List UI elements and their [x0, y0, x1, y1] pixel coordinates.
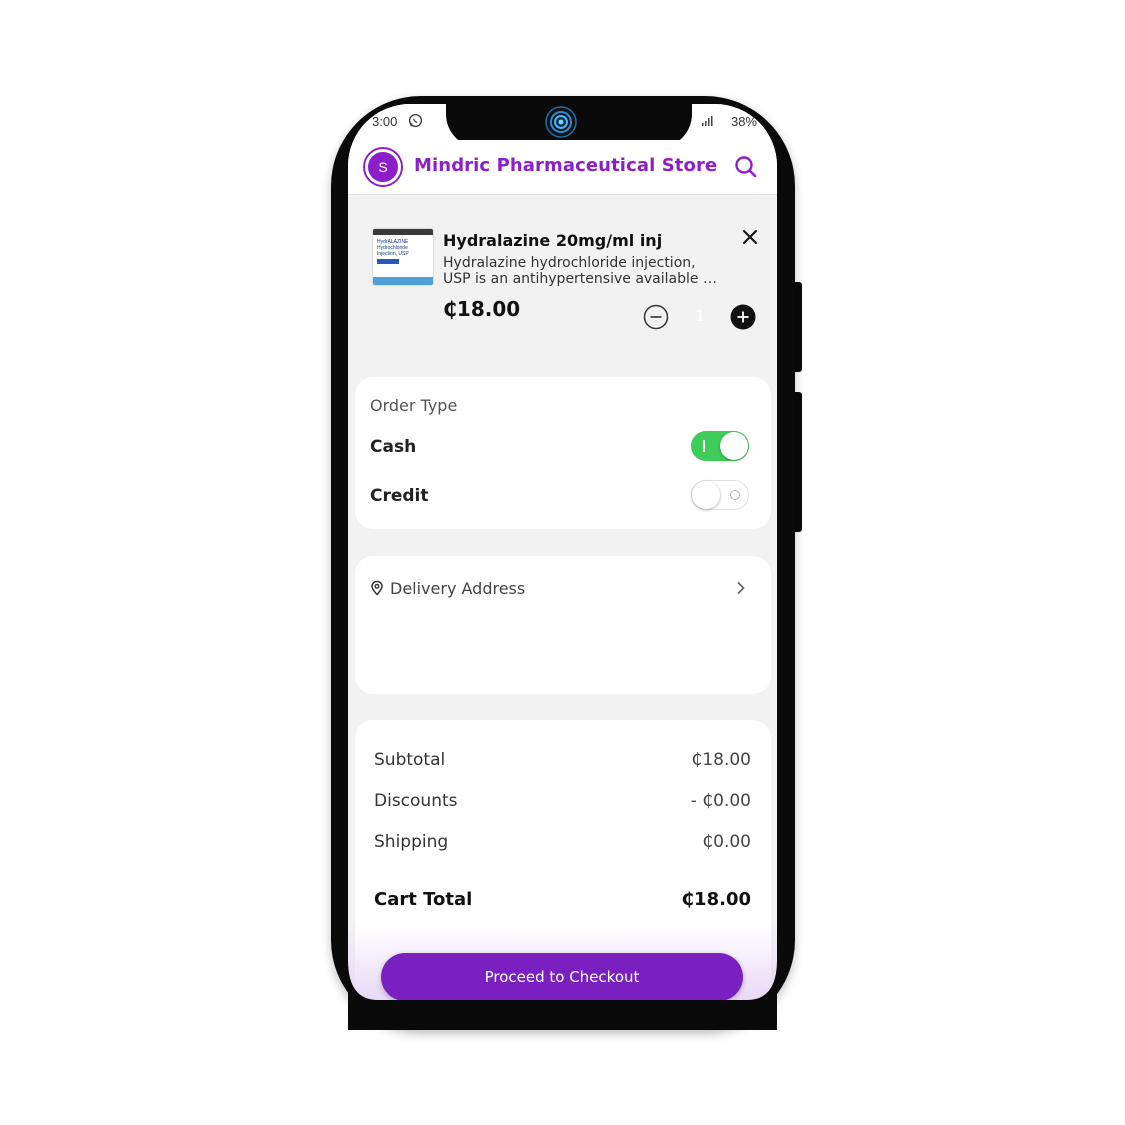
- increase-quantity-icon[interactable]: [730, 304, 756, 330]
- product-image[interactable]: HydrALAZINE Hydrochloride Injection, USP: [372, 228, 434, 286]
- option-cash-label: Cash: [370, 437, 417, 457]
- cart-item: HydrALAZINE Hydrochloride Injection, USP…: [348, 196, 777, 376]
- search-icon[interactable]: [733, 154, 759, 180]
- delivery-address-card[interactable]: Delivery Address: [355, 556, 771, 694]
- product-description-line: Hydralazine hydrochloride injection,: [443, 255, 696, 271]
- shipping-value: ₵0.00: [702, 832, 751, 852]
- cash-toggle[interactable]: [691, 431, 749, 461]
- camera-icon: [545, 106, 577, 138]
- credit-toggle[interactable]: [691, 480, 749, 510]
- chevron-right-icon[interactable]: [733, 580, 749, 596]
- signal-icon: [702, 116, 713, 126]
- product-description: Hydralazine hydrochloride injection, USP…: [443, 255, 728, 287]
- cart-total-value: ₵18.00: [681, 889, 751, 910]
- delivery-address-label: Delivery Address: [390, 579, 526, 598]
- product-price: ₵18.00: [443, 297, 521, 321]
- phone-screen: 3:00 38% S Mindric Pharmaceutical Store: [348, 104, 777, 1000]
- app-header: S Mindric Pharmaceutical Store: [348, 140, 777, 195]
- decrease-quantity-icon[interactable]: [643, 304, 669, 330]
- product-image-label: HydrALAZINE Hydrochloride Injection, USP: [377, 239, 409, 257]
- product-description-line: USP is an antihypertensive available …: [443, 271, 717, 287]
- proceed-to-checkout-button[interactable]: Proceed to Checkout: [381, 953, 743, 1000]
- store-title: Mindric Pharmaceutical Store: [414, 155, 718, 176]
- discounts-label: Discounts: [374, 791, 458, 811]
- store-avatar[interactable]: S: [365, 149, 401, 185]
- close-icon[interactable]: [740, 227, 760, 247]
- order-type-title: Order Type: [370, 396, 458, 415]
- location-pin-icon: [371, 580, 383, 596]
- subtotal-label: Subtotal: [374, 750, 446, 770]
- battery-level: 38%: [730, 114, 757, 129]
- shipping-label: Shipping: [374, 832, 449, 852]
- subtotal-value: ₵18.00: [691, 750, 751, 770]
- order-type-card: Order Type Cash Credit: [355, 377, 771, 529]
- discounts-value: - ₵0.00: [690, 791, 751, 811]
- product-name: Hydralazine 20mg/ml inj: [443, 231, 663, 250]
- quantity-value: 1: [695, 307, 705, 325]
- whatsapp-icon: [408, 113, 423, 128]
- cart-total-label: Cart Total: [374, 889, 473, 910]
- status-time: 3:00: [372, 114, 398, 129]
- option-credit-label: Credit: [370, 486, 429, 506]
